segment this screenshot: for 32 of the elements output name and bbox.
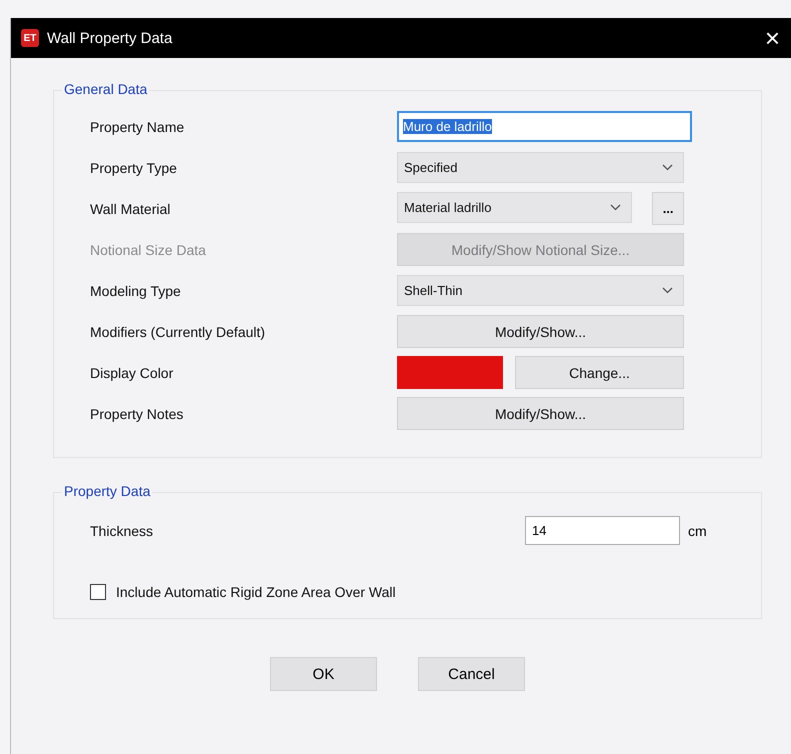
window-title: Wall Property Data — [47, 30, 174, 46]
dropdown[interactable]: Specified — [397, 152, 684, 183]
ok-button[interactable]: OK — [270, 657, 377, 691]
cancel-button[interactable]: Cancel — [418, 657, 525, 691]
property-name-field[interactable]: Muro de ladrillo — [397, 111, 692, 142]
checkbox[interactable] — [90, 584, 106, 600]
app-logo: ET — [21, 29, 39, 47]
checkbox-label: Include Automatic Rigid Zone Area Over Wall — [116, 584, 396, 600]
field-label: Display Color — [90, 364, 174, 380]
field-label: Wall Material — [90, 200, 172, 216]
thickness-field[interactable]: 14 — [525, 516, 680, 545]
dropdown[interactable]: Shell-Thin — [397, 275, 684, 306]
chevron-down-icon — [662, 164, 673, 171]
field-label: Property Notes — [90, 406, 184, 422]
modify-button[interactable]: Modify/Show... — [397, 315, 684, 348]
field-label: Property Name — [90, 118, 186, 134]
close-button[interactable]: × — [760, 25, 784, 51]
chevron-down-icon — [662, 287, 673, 294]
group-title: General Data — [62, 81, 150, 97]
color-swatch[interactable] — [397, 356, 503, 389]
more-button[interactable]: ... — [652, 192, 684, 225]
change-button[interactable]: Change... — [515, 356, 684, 389]
field-label: Modeling Type — [90, 282, 182, 298]
group-title: Property Data — [62, 483, 152, 499]
field-label: Modifiers (Currently Default) — [90, 324, 266, 340]
unit-label: cm — [688, 522, 707, 538]
modify-button[interactable]: Modify/Show... — [397, 397, 684, 430]
field-label: Notional Size Data — [90, 242, 207, 258]
field-label: Property Type — [90, 160, 178, 176]
dropdown[interactable]: Material ladrillo — [397, 192, 632, 223]
field-label: Thickness — [90, 522, 154, 538]
chevron-down-icon — [610, 204, 622, 211]
